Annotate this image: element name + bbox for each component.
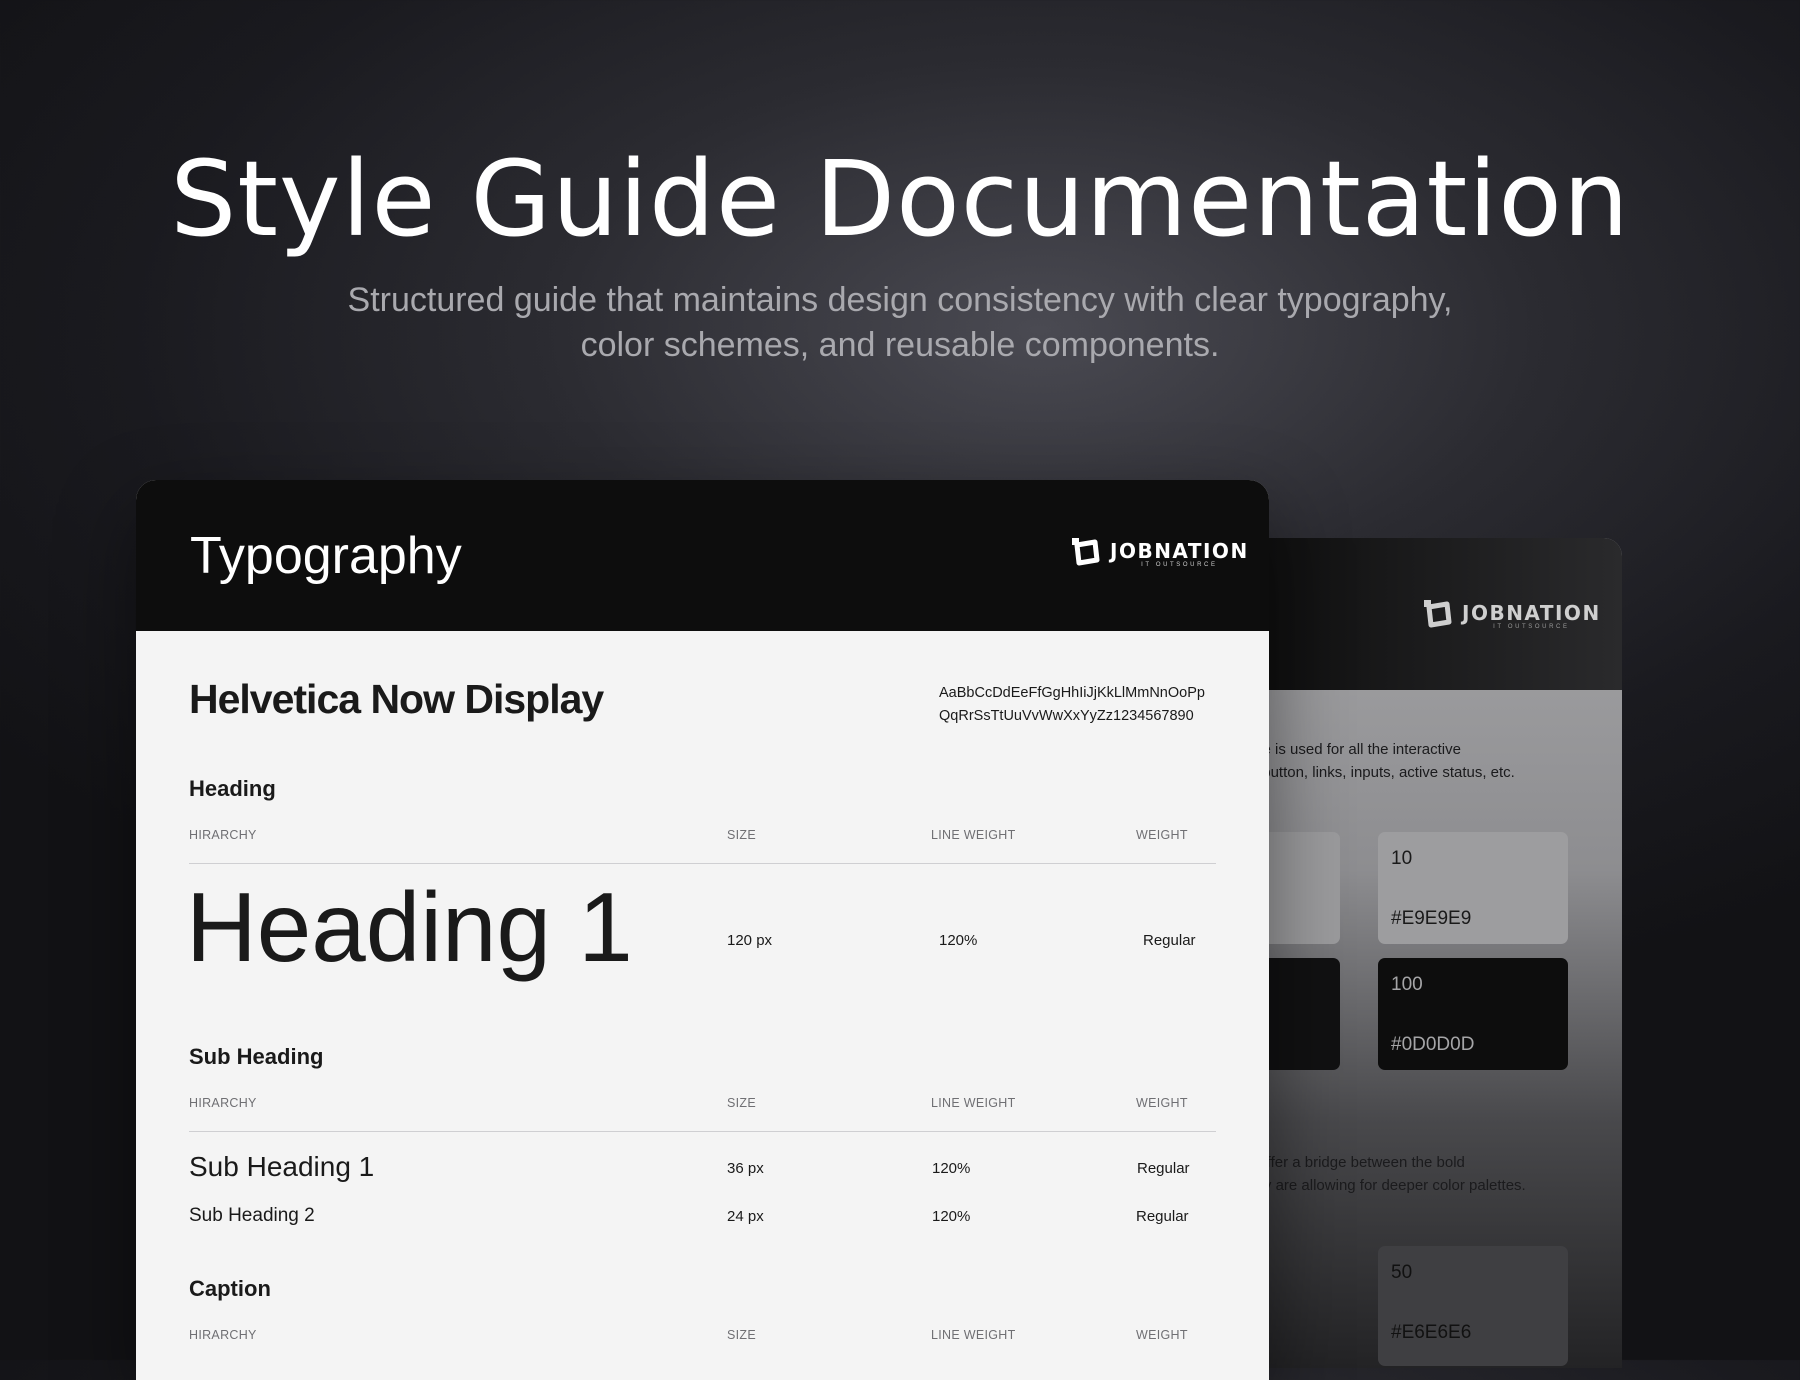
section-caption-title: Caption: [189, 1276, 271, 1301]
color-swatch-100: 100 #0D0D0D: [1378, 958, 1568, 1070]
logo-tagline: IT OUTSOURCE: [1493, 623, 1570, 630]
column-header-line-weight: LINE WEIGHT: [931, 1096, 1016, 1110]
divider: [189, 863, 1216, 864]
heading-1-sample: Heading 1: [186, 872, 633, 982]
alphabet-sample: AaBbCcDdEeFfGgHhIiJjKkLlMmNnOoPp QqRrSsT…: [939, 685, 1205, 724]
page-title: Style Guide Documentation: [170, 138, 1630, 260]
font-family-name: Helvetica Now Display: [189, 676, 604, 722]
section-heading-title: Heading: [189, 776, 276, 801]
brand-logo: JOBNATION IT OUTSOURCE: [1070, 536, 1249, 573]
color-swatch-10: 10 #E9E9E9: [1378, 832, 1568, 944]
column-header-weight: WEIGHT: [1136, 828, 1188, 842]
sub-heading-1-weight: Regular: [1137, 1160, 1190, 1177]
jobnation-logo-icon: [1422, 598, 1454, 635]
heading-1-weight: Regular: [1143, 932, 1196, 949]
column-header-size: SIZE: [727, 1096, 756, 1110]
color-card: JOBNATION IT OUTSOURCE palate is used fo…: [1230, 538, 1622, 1368]
column-header-hierarchy: HIRARCHY: [189, 1096, 257, 1110]
color-card-header: JOBNATION IT OUTSOURCE: [1230, 538, 1622, 690]
column-header-hierarchy: HIRARCHY: [189, 1328, 257, 1342]
color-description-1: palate is used for all the interactive C…: [1230, 741, 1515, 781]
heading-1-size: 120 px: [727, 932, 773, 949]
typography-card-header: Typography JOBNATION IT OUTSOURCE: [136, 480, 1269, 631]
column-header-size: SIZE: [727, 828, 756, 842]
brand-logo: JOBNATION IT OUTSOURCE: [1422, 598, 1601, 635]
column-header-weight: WEIGHT: [1136, 1096, 1188, 1110]
sub-heading-1-line: 120%: [932, 1160, 971, 1177]
page-subtitle: Structured guide that maintains design c…: [347, 281, 1453, 364]
column-header-size: SIZE: [727, 1328, 756, 1342]
column-header-hierarchy: HIRARCHY: [189, 828, 257, 842]
sub-heading-2-sample: Sub Heading 2: [189, 1205, 315, 1226]
heading-1-line: 120%: [939, 932, 978, 949]
sub-heading-2-weight: Regular: [1136, 1208, 1189, 1225]
sub-heading-2-size: 24 px: [727, 1208, 764, 1225]
typography-card: Typography JOBNATION IT OUTSOURCE Helvet…: [136, 480, 1269, 1380]
jobnation-logo-icon: [1070, 536, 1102, 573]
logo-tagline: IT OUTSOURCE: [1141, 561, 1218, 568]
column-header-line-weight: LINE WEIGHT: [931, 828, 1016, 842]
divider: [189, 1131, 1216, 1132]
column-header-line-weight: LINE WEIGHT: [931, 1328, 1016, 1342]
sub-heading-1-sample: Sub Heading 1: [189, 1151, 375, 1182]
logo-name: JOBNATION: [1110, 538, 1249, 563]
section-subheading-title: Sub Heading: [189, 1044, 324, 1069]
card-title: Typography: [190, 527, 462, 585]
sub-heading-2-line: 120%: [932, 1208, 971, 1225]
sub-heading-1-size: 36 px: [727, 1160, 764, 1177]
color-description-2: lors offer a bridge between the bold . T…: [1230, 1154, 1526, 1194]
logo-name: JOBNATION: [1462, 600, 1601, 625]
column-header-weight: WEIGHT: [1136, 1328, 1188, 1342]
color-swatch-50: 50 #E6E6E6: [1378, 1246, 1568, 1366]
